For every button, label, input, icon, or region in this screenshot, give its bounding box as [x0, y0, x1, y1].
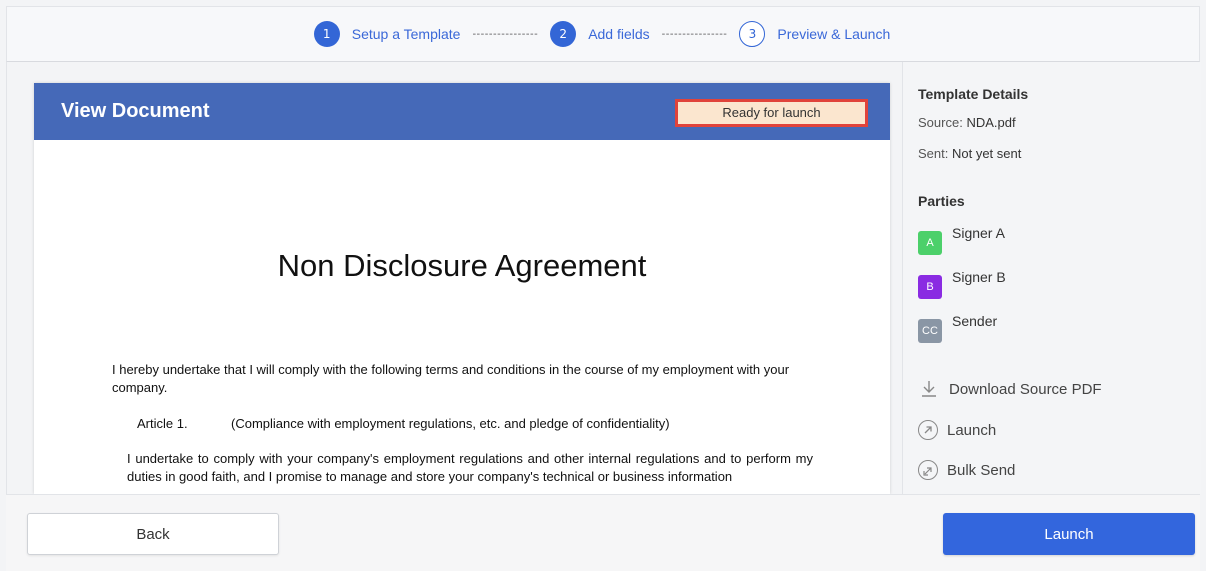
status-badge: Ready for launch [675, 98, 868, 127]
document-page: Non Disclosure Agreement I hereby undert… [34, 140, 890, 494]
step-label-preview: Preview & Launch [777, 26, 891, 42]
step-label-setup: Setup a Template [351, 26, 461, 42]
step-number-3: 3 [739, 21, 766, 47]
party-name: Sender [952, 313, 998, 329]
article-number: Article 1. [137, 416, 188, 431]
document-paragraph: I undertake to comply with your company'… [127, 451, 813, 484]
bulk-send-action[interactable]: Bulk Send [918, 460, 1015, 480]
sent-label: Sent: [918, 146, 949, 161]
download-icon [918, 378, 940, 400]
template-sidebar: Template Details Source: NDA.pdf Sent: N… [902, 62, 1201, 494]
step-add-fields[interactable]: 2 Add fields [550, 21, 650, 47]
party-sender: CC Sender [918, 313, 997, 343]
progress-stepper: 1 Setup a Template ---------------- 2 Ad… [6, 6, 1200, 62]
party-name: Signer A [952, 225, 1005, 241]
step-number-2: 2 [550, 21, 577, 47]
back-button[interactable]: Back [27, 513, 279, 555]
sent-value: Not yet sent [951, 146, 1022, 161]
stepper-steps: 1 Setup a Template ---------------- 2 Ad… [313, 21, 890, 47]
source-value: NDA.pdf [966, 115, 1016, 130]
launch-action[interactable]: Launch [918, 420, 996, 440]
launch-button[interactable]: Launch [943, 513, 1195, 555]
step-number-1: 1 [313, 21, 340, 47]
document-heading: Non Disclosure Agreement [277, 248, 647, 283]
step-preview-launch[interactable]: 3 Preview & Launch [739, 21, 890, 47]
party-signer-b: B Signer B [918, 269, 1006, 299]
avatar: B [918, 275, 942, 299]
party-name: Signer B [952, 269, 1006, 285]
document-article-line: Article 1. (Compliance with employment r… [137, 416, 670, 431]
template-details-title: Template Details [918, 86, 1029, 102]
document-paragraph: I hereby undertake that I will comply wi… [112, 362, 790, 395]
bulk-send-label: Bulk Send [947, 461, 1016, 479]
step-label-add-fields: Add fields [588, 26, 650, 42]
launch-label: Launch [947, 421, 997, 439]
source-info: Source: NDA.pdf [918, 115, 1016, 130]
sent-info: Sent: Not yet sent [918, 146, 1021, 161]
source-label: Source: [918, 115, 963, 130]
download-label: Download Source PDF [949, 380, 1102, 398]
bulk-send-icon [918, 460, 938, 480]
download-source-pdf-action[interactable]: Download Source PDF [918, 378, 1102, 400]
parties-title: Parties [918, 193, 965, 209]
avatar: CC [918, 319, 942, 343]
avatar: A [918, 231, 942, 255]
footer-bar: Back Launch [6, 494, 1200, 571]
article-title: (Compliance with employment regulations,… [231, 416, 670, 431]
step-separator: ---------------- [472, 28, 539, 40]
step-separator: ---------------- [661, 28, 728, 40]
document-header: View Document Ready for launch [34, 83, 890, 140]
main-content: View Document Ready for launch Non Discl… [6, 62, 1201, 494]
launch-icon [918, 420, 938, 440]
step-setup-template[interactable]: 1 Setup a Template [313, 21, 461, 47]
document-viewer[interactable]: View Document Ready for launch Non Discl… [34, 83, 890, 494]
document-header-title: View Document [61, 100, 210, 122]
party-signer-a: A Signer A [918, 225, 1005, 255]
